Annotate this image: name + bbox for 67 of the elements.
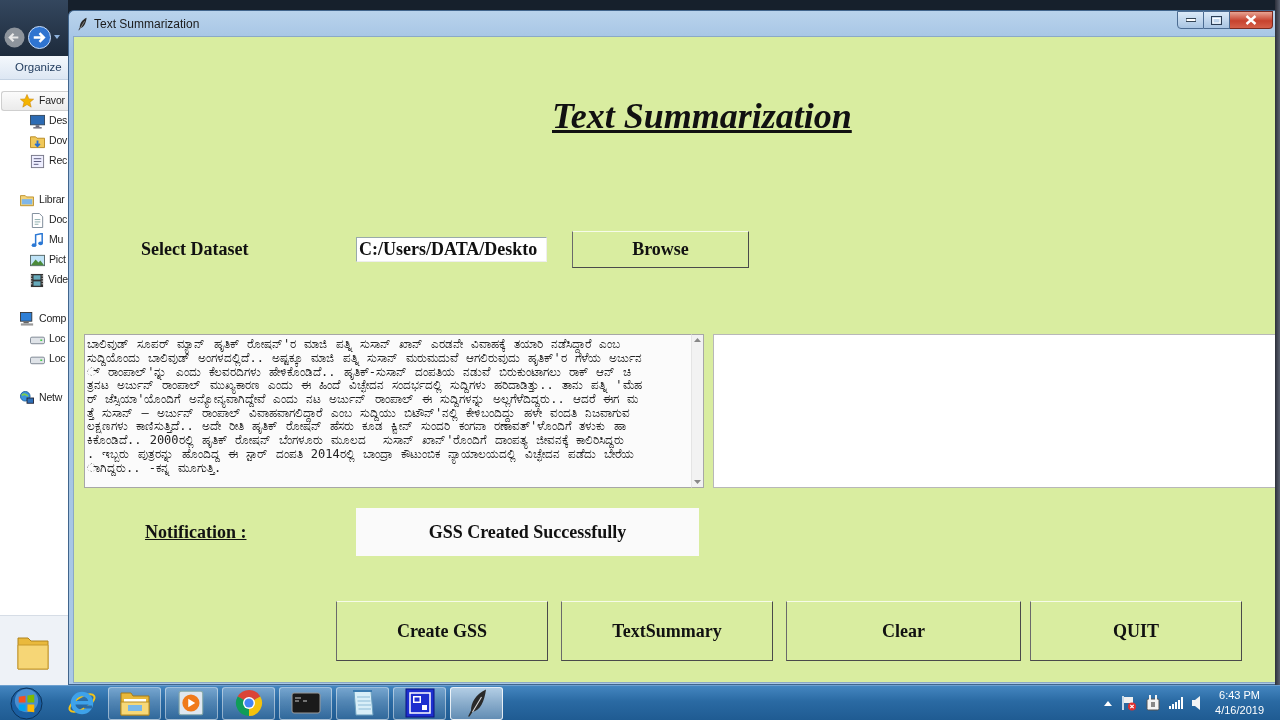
star-icon bbox=[20, 94, 34, 108]
action-button[interactable]: QUIT bbox=[1030, 601, 1242, 662]
forward-button[interactable] bbox=[28, 25, 51, 49]
scroll-up-icon[interactable] bbox=[694, 338, 701, 343]
nav-item[interactable]: Doc bbox=[1, 210, 68, 230]
action-button[interactable]: TextSummary bbox=[561, 601, 773, 662]
window-title: Text Summarization bbox=[94, 15, 200, 33]
monitor-icon bbox=[30, 113, 45, 129]
taskbar-button[interactable] bbox=[450, 686, 503, 720]
nav-item[interactable]: Loc bbox=[1, 329, 68, 349]
close-button[interactable] bbox=[1230, 11, 1273, 29]
scrollbar[interactable] bbox=[691, 334, 704, 489]
nav-item[interactable]: Pict bbox=[1, 250, 68, 270]
taskbar-button[interactable] bbox=[108, 686, 161, 720]
nav-item[interactable]: Dov bbox=[1, 131, 68, 151]
picture-icon bbox=[30, 252, 45, 268]
nav-item[interactable]: Mu bbox=[1, 230, 68, 250]
computer-icon bbox=[20, 312, 34, 326]
nav-item[interactable]: Des bbox=[1, 111, 68, 131]
film-icon bbox=[30, 272, 44, 288]
scroll-down-icon[interactable] bbox=[694, 480, 701, 485]
input-text-area[interactable]: ಬಾಲಿವುಡ್ ಸೂಪರ್ ಮ್ಯಾನ್ ಹೃತಿಕ್ ರೋಷನ್'ರ ಮಾಜಿ ಪತ್ನಿ ಸುಸಾನ್ ಖಾನ್ ಎರಡನೇ ವಿವಾಹಕ್ಕೆ ತಯಾರಿ ನಡೆಸಿದ್ದಾರೆ ಎಂಬ ಸುದ್ದಿಯೊಂದು ಬಾಲಿವುಡ್ ಅಂಗಳದಲ್ಲಿದೆ.. ಅಷ್ಟಕ್ಕೂ ಮಾಜಿ ಪತ್ನಿ ಸುಸಾನ್ ಮರುಮದುವೆ ಆಗಲಿರುವುದು ಹೃತಿಕ್'ರ ಗೆಳೆಯ ಅರ್ಜುನ ್ ರಾಂಪಾಲ್'ನ್ನು ಎಂದು ಕೆಲವರದಿಗಳು ಹೇಳಿಕೊಂಡಿದೆ.. ಹೃತಿಕ್-ಸುಸಾನ್ ದಂಪತಿಯ ನಡುವೆ ಬಿರುಕುಂಟಾಗಲು ರಾಕ್ ಆನ್ ಚಿ ತ್ರನಟ ಅರ್ಜುನ್ ರಾಂಪಾಲ್ ಮುಖ್ಯಕಾರಣ ಎಂದು ಈ ಹಿಂದೆ ವಿಚ್ಛೇದನ ಸಂದರ್ಭದಲ್ಲಿ ಸುದ್ದಿಗಳು ಹರಿದಾಡಿತ್ತು.. ತಾನು ಪತ್ನಿ 'ಮೆಹ ರ್ ಜೆಸ್ಸಿಯಾ'ಯೊಂದಿಗೆ ಅನ್ಯೋನ್ಯವಾಗಿದ್ದೇವೆ ಎಂದು ನಟ ಅರ್ಜುನ್ ರಾಂಪಾಲ್ ಈ ಸುದ್ದಿಗಳನ್ನು ಅಲ್ಲಗೆಳೆದಿದ್ದರು.. ಆದರೆ ಈಗ ಮ ತ್ತೆ ಸುಸಾನ್ – ಅರ್ಜುನ್ ರಾಂಪಾಲ್ ವಿವಾಹವಾಗಲಿದ್ದಾರೆ ಎಂಬ ಸುದ್ದಿಯು ಬಿಟೌನ್'ನಲ್ಲಿ ಕೇಳಿಬಂದಿದ್ದು ಹಳೇ ವಂದತಿ ನಿಜವಾಗುವ ಲಕ್ಷಣಗಳು ಕಾಣಿಸುತ್ತಿದೆ.. ಅದೇ ರೀತಿ ಹೃತಿಕ್ ರೋಷನ್ ಹೆಸರು ಕೂಡ ಕ್ವೀನ್ ಸುಂದರಿ ಕಂಗನಾ ರಣಾವತ್'ಳೊಂದಿಗೆ ತಳುಕು ಹಾ ಕಿಕೊಂಡಿದೆ.. 2000ರಲ್ಲಿ ಹೃತಿಕ್ ರೋಷನ್ ಬೆಂಗಳೂರು ಮೂಲದ ಸುಸಾನ್ ಖಾನ್'ರೊಂದಿಗೆ ದಾಂಪತ್ಯ ಜೀವನಕ್ಕೆ ಕಾಲಿರಿಸಿದ್ದರು . ಇಬ್ಬರು ಪುತ್ರರನ್ನು ಹೊಂದಿದ್ದ ಈ ಸ್ಟಾರ್ ದಂಪತಿ 2014ರಲ್ಲಿ ಬಾಂದ್ರಾ ಕೌಟುಂಬಿಕ ನ್ಯಾಯಾಲಯದಲ್ಲಿ ವಿಚ್ಛೇದನ ಪಡೆದು ಬೇರೆಯ ಾಗಿದ್ದರು.. -ಕನ್ನ ಮೂಗುತ್ತಿ. bbox=[84, 334, 691, 489]
taskbar-button[interactable] bbox=[279, 686, 332, 720]
back-button[interactable] bbox=[4, 26, 25, 48]
maximize-icon bbox=[1211, 15, 1222, 25]
nav-item[interactable]: Comp bbox=[1, 309, 68, 329]
taskbar-button[interactable] bbox=[393, 686, 446, 720]
chrome-icon bbox=[233, 688, 264, 718]
clock[interactable]: 6:43 PM 4/16/2019 bbox=[1215, 688, 1264, 718]
minimize-icon bbox=[1185, 18, 1196, 22]
action-button[interactable]: Clear bbox=[786, 601, 1021, 662]
folder-icon bbox=[30, 133, 45, 149]
show-hidden-icons-button[interactable] bbox=[1104, 700, 1113, 706]
nav-item[interactable]: Rec bbox=[1, 151, 68, 171]
library-folder-icon bbox=[20, 193, 34, 207]
close-icon bbox=[1245, 15, 1257, 25]
nav-item[interactable]: Loc bbox=[1, 349, 68, 369]
app-window-icon bbox=[404, 688, 435, 718]
music-note-icon bbox=[30, 232, 45, 248]
notification-message: GSS Created Successfully bbox=[356, 508, 699, 557]
signal-bars-icon[interactable] bbox=[1169, 697, 1184, 709]
minimize-button[interactable] bbox=[1177, 11, 1204, 29]
maximize-button[interactable] bbox=[1204, 11, 1230, 29]
clock-time: 6:43 PM bbox=[1219, 688, 1260, 703]
document-icon bbox=[30, 212, 45, 228]
speaker-icon[interactable] bbox=[1192, 696, 1201, 710]
clock-date: 4/16/2019 bbox=[1215, 703, 1264, 718]
nav-item[interactable]: Librar bbox=[1, 190, 68, 210]
dataset-label: Select Dataset bbox=[141, 238, 250, 262]
recent-items-icon bbox=[30, 153, 45, 169]
nav-item[interactable]: Vide bbox=[1, 270, 68, 290]
start-orb-icon bbox=[9, 686, 43, 720]
browse-button[interactable]: Browse bbox=[572, 231, 749, 269]
notification-label: Notification : bbox=[145, 520, 248, 544]
action-button[interactable]: Create GSS bbox=[336, 601, 548, 662]
flag-alert-icon[interactable] bbox=[1121, 695, 1138, 711]
path-field[interactable]: C:/Users/DATA/Deskto bbox=[356, 237, 547, 263]
caret-icon[interactable] bbox=[54, 35, 60, 39]
folder-icon bbox=[119, 690, 150, 716]
feather-icon bbox=[77, 16, 88, 31]
app-heading: Text Summarization bbox=[552, 95, 852, 138]
network-icon bbox=[20, 391, 34, 405]
nav-item[interactable]: Favor bbox=[1, 91, 68, 111]
caret-up-icon bbox=[1104, 700, 1113, 706]
power-plug-icon[interactable] bbox=[1146, 695, 1161, 711]
nav-item[interactable]: Netw bbox=[1, 388, 68, 408]
terminal-icon bbox=[290, 691, 321, 715]
